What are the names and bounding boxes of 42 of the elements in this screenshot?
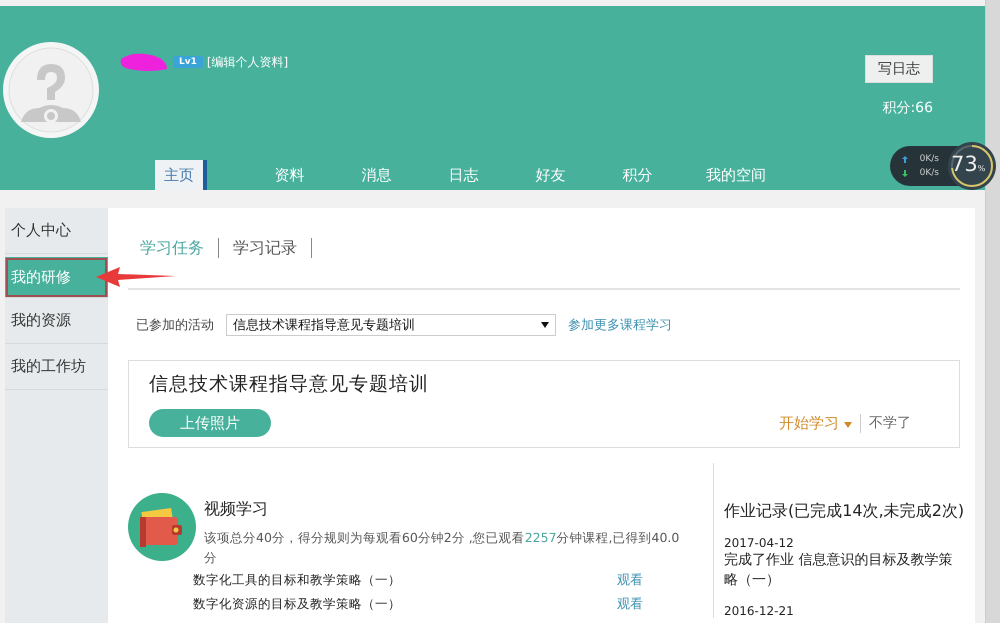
activity-label: 已参加的活动 [136,317,214,334]
upload-photo-button[interactable]: 上传照片 [149,409,271,437]
wallet-icon [128,493,196,561]
nav-tab[interactable]: 日志 [420,160,507,190]
lesson-title: 数字化资源的目标及教学策略（一） [193,596,401,612]
score-description: 该项总分40分，得分规则为每观看60分钟2分 ,您已观看2257分钟课程,已得到40.0分 [204,529,680,567]
nav-tab[interactable]: 好友 [507,160,594,190]
entry-date: 2017-04-12 [724,536,795,550]
homework-title: 作业记录(已完成14次,未完成2次) [724,501,962,522]
level-badge: Lv1 [173,56,203,68]
entry-text: 完成了作业 信息意识的目标及教学策略（一） [724,551,954,590]
dropdown-caret-icon [541,322,549,328]
upload-icon [902,156,908,162]
more-courses-link[interactable]: 参加更多课程学习 [568,316,672,334]
scrollbar[interactable] [985,0,1000,623]
entry-date: 2016-12-21 [724,604,795,618]
activity-select[interactable]: 信息技术课程指导意见专题培训 [226,314,556,336]
watch-link[interactable]: 观看 [617,571,643,589]
content-tab[interactable]: 学习任务 [140,238,204,258]
usage-percent: 73% [951,152,986,176]
caret-icon [844,422,852,428]
watch-link[interactable]: 观看 [617,595,643,613]
nav-tab[interactable]: 我的空间 [681,160,791,190]
avatar-icon [3,42,99,138]
content-tab[interactable]: 学习记录 [233,238,297,258]
start-study-button[interactable]: 开始学习 [771,414,861,432]
nav-tab[interactable]: 资料 [246,160,333,190]
download-speed: 0K/s [920,168,939,178]
upload-speed: 0K/s [920,154,939,164]
nav-tab[interactable]: 消息 [333,160,420,190]
write-diary-button[interactable]: 写日志 [865,55,933,83]
nav-tab[interactable]: 主页 [155,160,207,190]
lesson-title: 数字化工具的目标和教学策略（一） [193,572,401,588]
video-study-title: 视频学习 [204,499,269,520]
sidebar-item[interactable]: 我的研修 [5,257,108,298]
points-label: 积分:66 [882,99,933,117]
quit-link[interactable]: 不学了 [861,414,947,432]
redaction-mark [119,51,169,73]
edit-profile-link[interactable]: [编辑个人资料] [206,54,288,70]
course-title: 信息技术课程指导意见专题培训 [149,372,430,397]
download-icon [902,170,908,176]
nav-tab[interactable]: 积分 [594,160,681,190]
